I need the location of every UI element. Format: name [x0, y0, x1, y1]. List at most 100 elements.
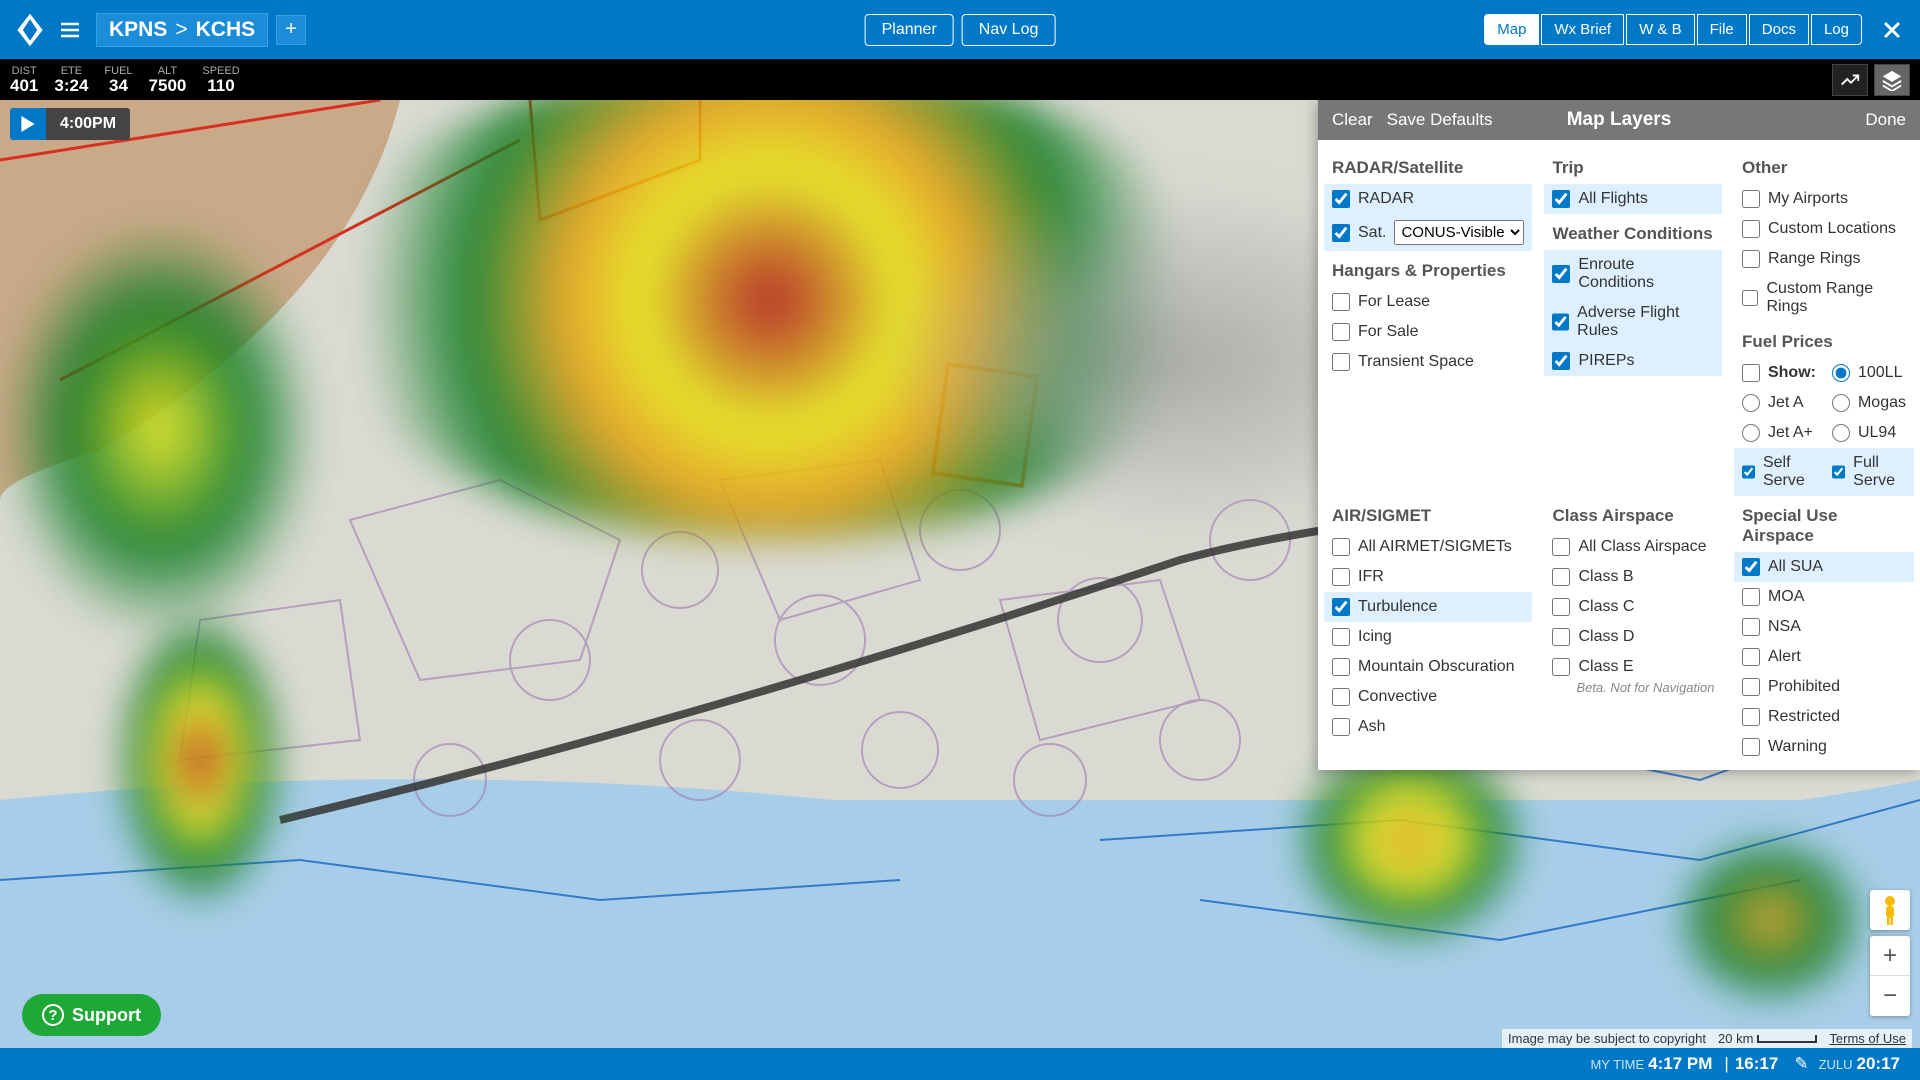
zoom-out-button[interactable]: − [1870, 976, 1910, 1016]
zoom-in-button[interactable]: + [1870, 936, 1910, 976]
layer-enroute[interactable]: Enroute Conditions [1544, 250, 1722, 298]
layer-convective[interactable]: Convective [1324, 682, 1532, 712]
section-radar-sat: RADAR/Satellite [1324, 148, 1532, 184]
fuel-value: 34 [104, 77, 132, 95]
save-defaults-button[interactable]: Save Defaults [1387, 110, 1493, 130]
edit-time-icon[interactable]: ✎ [1794, 1054, 1808, 1074]
tab-log[interactable]: Log [1811, 14, 1862, 45]
ete-value: 3:24 [54, 77, 88, 95]
navlog-button[interactable]: Nav Log [962, 14, 1056, 46]
layer-mtn-obs[interactable]: Mountain Obscuration [1324, 652, 1532, 682]
dist-label: DIST [10, 65, 38, 77]
fuel-show[interactable]: Show: [1734, 358, 1824, 388]
add-waypoint-button[interactable]: + [276, 15, 306, 45]
layer-class-b[interactable]: Class B [1544, 562, 1722, 592]
layer-all-sua[interactable]: All SUA [1734, 552, 1914, 582]
bottombar: MY TIME 4:17 PM | 16:17 ✎ ZULU 20:17 [0, 1048, 1920, 1080]
app-logo[interactable] [8, 8, 52, 52]
tab-map[interactable]: Map [1484, 14, 1539, 45]
terms-link[interactable]: Terms of Use [1829, 1031, 1906, 1046]
layer-sat[interactable]: Sat. CONUS-Visible [1324, 214, 1532, 251]
close-icon[interactable] [1876, 14, 1908, 46]
clear-button[interactable]: Clear [1332, 110, 1373, 130]
section-trip: Trip [1544, 148, 1722, 184]
chart-tool-icon[interactable] [1832, 64, 1868, 96]
fuel-mogas[interactable]: Mogas [1824, 388, 1914, 418]
fuel-jeta[interactable]: Jet A [1734, 388, 1824, 418]
fuel-100ll[interactable]: 100LL [1824, 358, 1914, 388]
scale-text: 20 km [1718, 1031, 1753, 1046]
layer-ifr[interactable]: IFR [1324, 562, 1532, 592]
alt-value: 7500 [149, 77, 187, 95]
layer-prohibited[interactable]: Prohibited [1734, 672, 1914, 702]
support-label: Support [72, 1005, 141, 1026]
scale-bar [1757, 1035, 1817, 1043]
dist-value: 401 [10, 77, 38, 95]
layer-icing[interactable]: Icing [1324, 622, 1532, 652]
route-from: KPNS [109, 18, 167, 42]
layer-for-lease[interactable]: For Lease [1324, 287, 1532, 317]
fuel-self-serve[interactable]: Self Serve [1734, 448, 1824, 496]
layer-alert[interactable]: Alert [1734, 642, 1914, 672]
layer-class-e[interactable]: Class E [1544, 652, 1722, 682]
support-button[interactable]: ? Support [22, 994, 161, 1036]
fuel-label: FUEL [104, 65, 132, 77]
pegman-icon[interactable] [1870, 890, 1910, 930]
layer-turbulence[interactable]: Turbulence [1324, 592, 1532, 622]
menu-icon[interactable] [52, 12, 88, 48]
mytime-label: MY TIME [1590, 1057, 1644, 1072]
layer-all-airmet[interactable]: All AIRMET/SIGMETs [1324, 532, 1532, 562]
flight-info-strip: DIST401 ETE3:24 FUEL34 ALT7500 SPEED110 [0, 59, 1920, 100]
local-time: 16:17 [1735, 1054, 1778, 1074]
layer-nsa[interactable]: NSA [1734, 612, 1914, 642]
layers-tool-icon[interactable] [1874, 64, 1910, 96]
layer-restricted[interactable]: Restricted [1734, 702, 1914, 732]
layer-class-c[interactable]: Class C [1544, 592, 1722, 622]
layer-adverse[interactable]: Adverse Flight Rules [1544, 298, 1722, 346]
play-button[interactable] [10, 108, 46, 140]
layer-my-airports[interactable]: My Airports [1734, 184, 1914, 214]
planner-button[interactable]: Planner [865, 14, 954, 46]
layer-all-flights[interactable]: All Flights [1544, 184, 1722, 214]
route-sep: > [175, 18, 187, 42]
layer-class-d[interactable]: Class D [1544, 622, 1722, 652]
layer-custom-loc[interactable]: Custom Locations [1734, 214, 1914, 244]
map-layers-panel: Clear Save Defaults Map Layers Done RADA… [1318, 100, 1920, 770]
layer-all-class[interactable]: All Class Airspace [1544, 532, 1722, 562]
mytime-value: 4:17 PM [1648, 1054, 1712, 1074]
tab-wb[interactable]: W & B [1626, 14, 1695, 45]
tab-wxbrief[interactable]: Wx Brief [1541, 14, 1624, 45]
speed-label: SPEED [202, 65, 239, 77]
section-wx: Weather Conditions [1544, 214, 1722, 250]
done-button[interactable]: Done [1865, 110, 1906, 130]
fuel-full-serve[interactable]: Full Serve [1824, 448, 1914, 496]
speed-value: 110 [202, 77, 239, 95]
panel-title: Map Layers [1567, 109, 1672, 131]
time-display[interactable]: 4:00PM [46, 108, 130, 140]
topbar: KPNS > KCHS + Planner Nav Log Map Wx Bri… [0, 0, 1920, 59]
fuel-jetap[interactable]: Jet A+ [1734, 418, 1824, 448]
layer-ash[interactable]: Ash [1324, 712, 1532, 742]
layer-warning[interactable]: Warning [1734, 732, 1914, 762]
zulu-label: ZULU [1819, 1057, 1853, 1072]
section-other: Other [1734, 148, 1914, 184]
route-box[interactable]: KPNS > KCHS [96, 13, 268, 47]
layer-moa[interactable]: MOA [1734, 582, 1914, 612]
sat-select[interactable]: CONUS-Visible [1394, 220, 1524, 245]
ete-label: ETE [54, 65, 88, 77]
map-attribution: Image may be subject to copyright 20 km … [1502, 1029, 1912, 1048]
layer-custom-rings[interactable]: Custom Range Rings [1734, 274, 1914, 322]
tab-docs[interactable]: Docs [1749, 14, 1809, 45]
layer-for-sale[interactable]: For Sale [1324, 317, 1532, 347]
layer-transient[interactable]: Transient Space [1324, 347, 1532, 377]
time-control: 4:00PM [10, 108, 130, 140]
section-fuel: Fuel Prices [1734, 322, 1914, 358]
layer-radar[interactable]: RADAR [1324, 184, 1532, 214]
layer-range-rings[interactable]: Range Rings [1734, 244, 1914, 274]
section-class-airspace: Class Airspace [1544, 496, 1722, 532]
beta-note: Beta. Not for Navigation [1544, 680, 1722, 695]
view-tabs: Map Wx Brief W & B File Docs Log [1484, 14, 1908, 46]
tab-file[interactable]: File [1697, 14, 1747, 45]
layer-pireps[interactable]: PIREPs [1544, 346, 1722, 376]
fuel-ul94[interactable]: UL94 [1824, 418, 1914, 448]
